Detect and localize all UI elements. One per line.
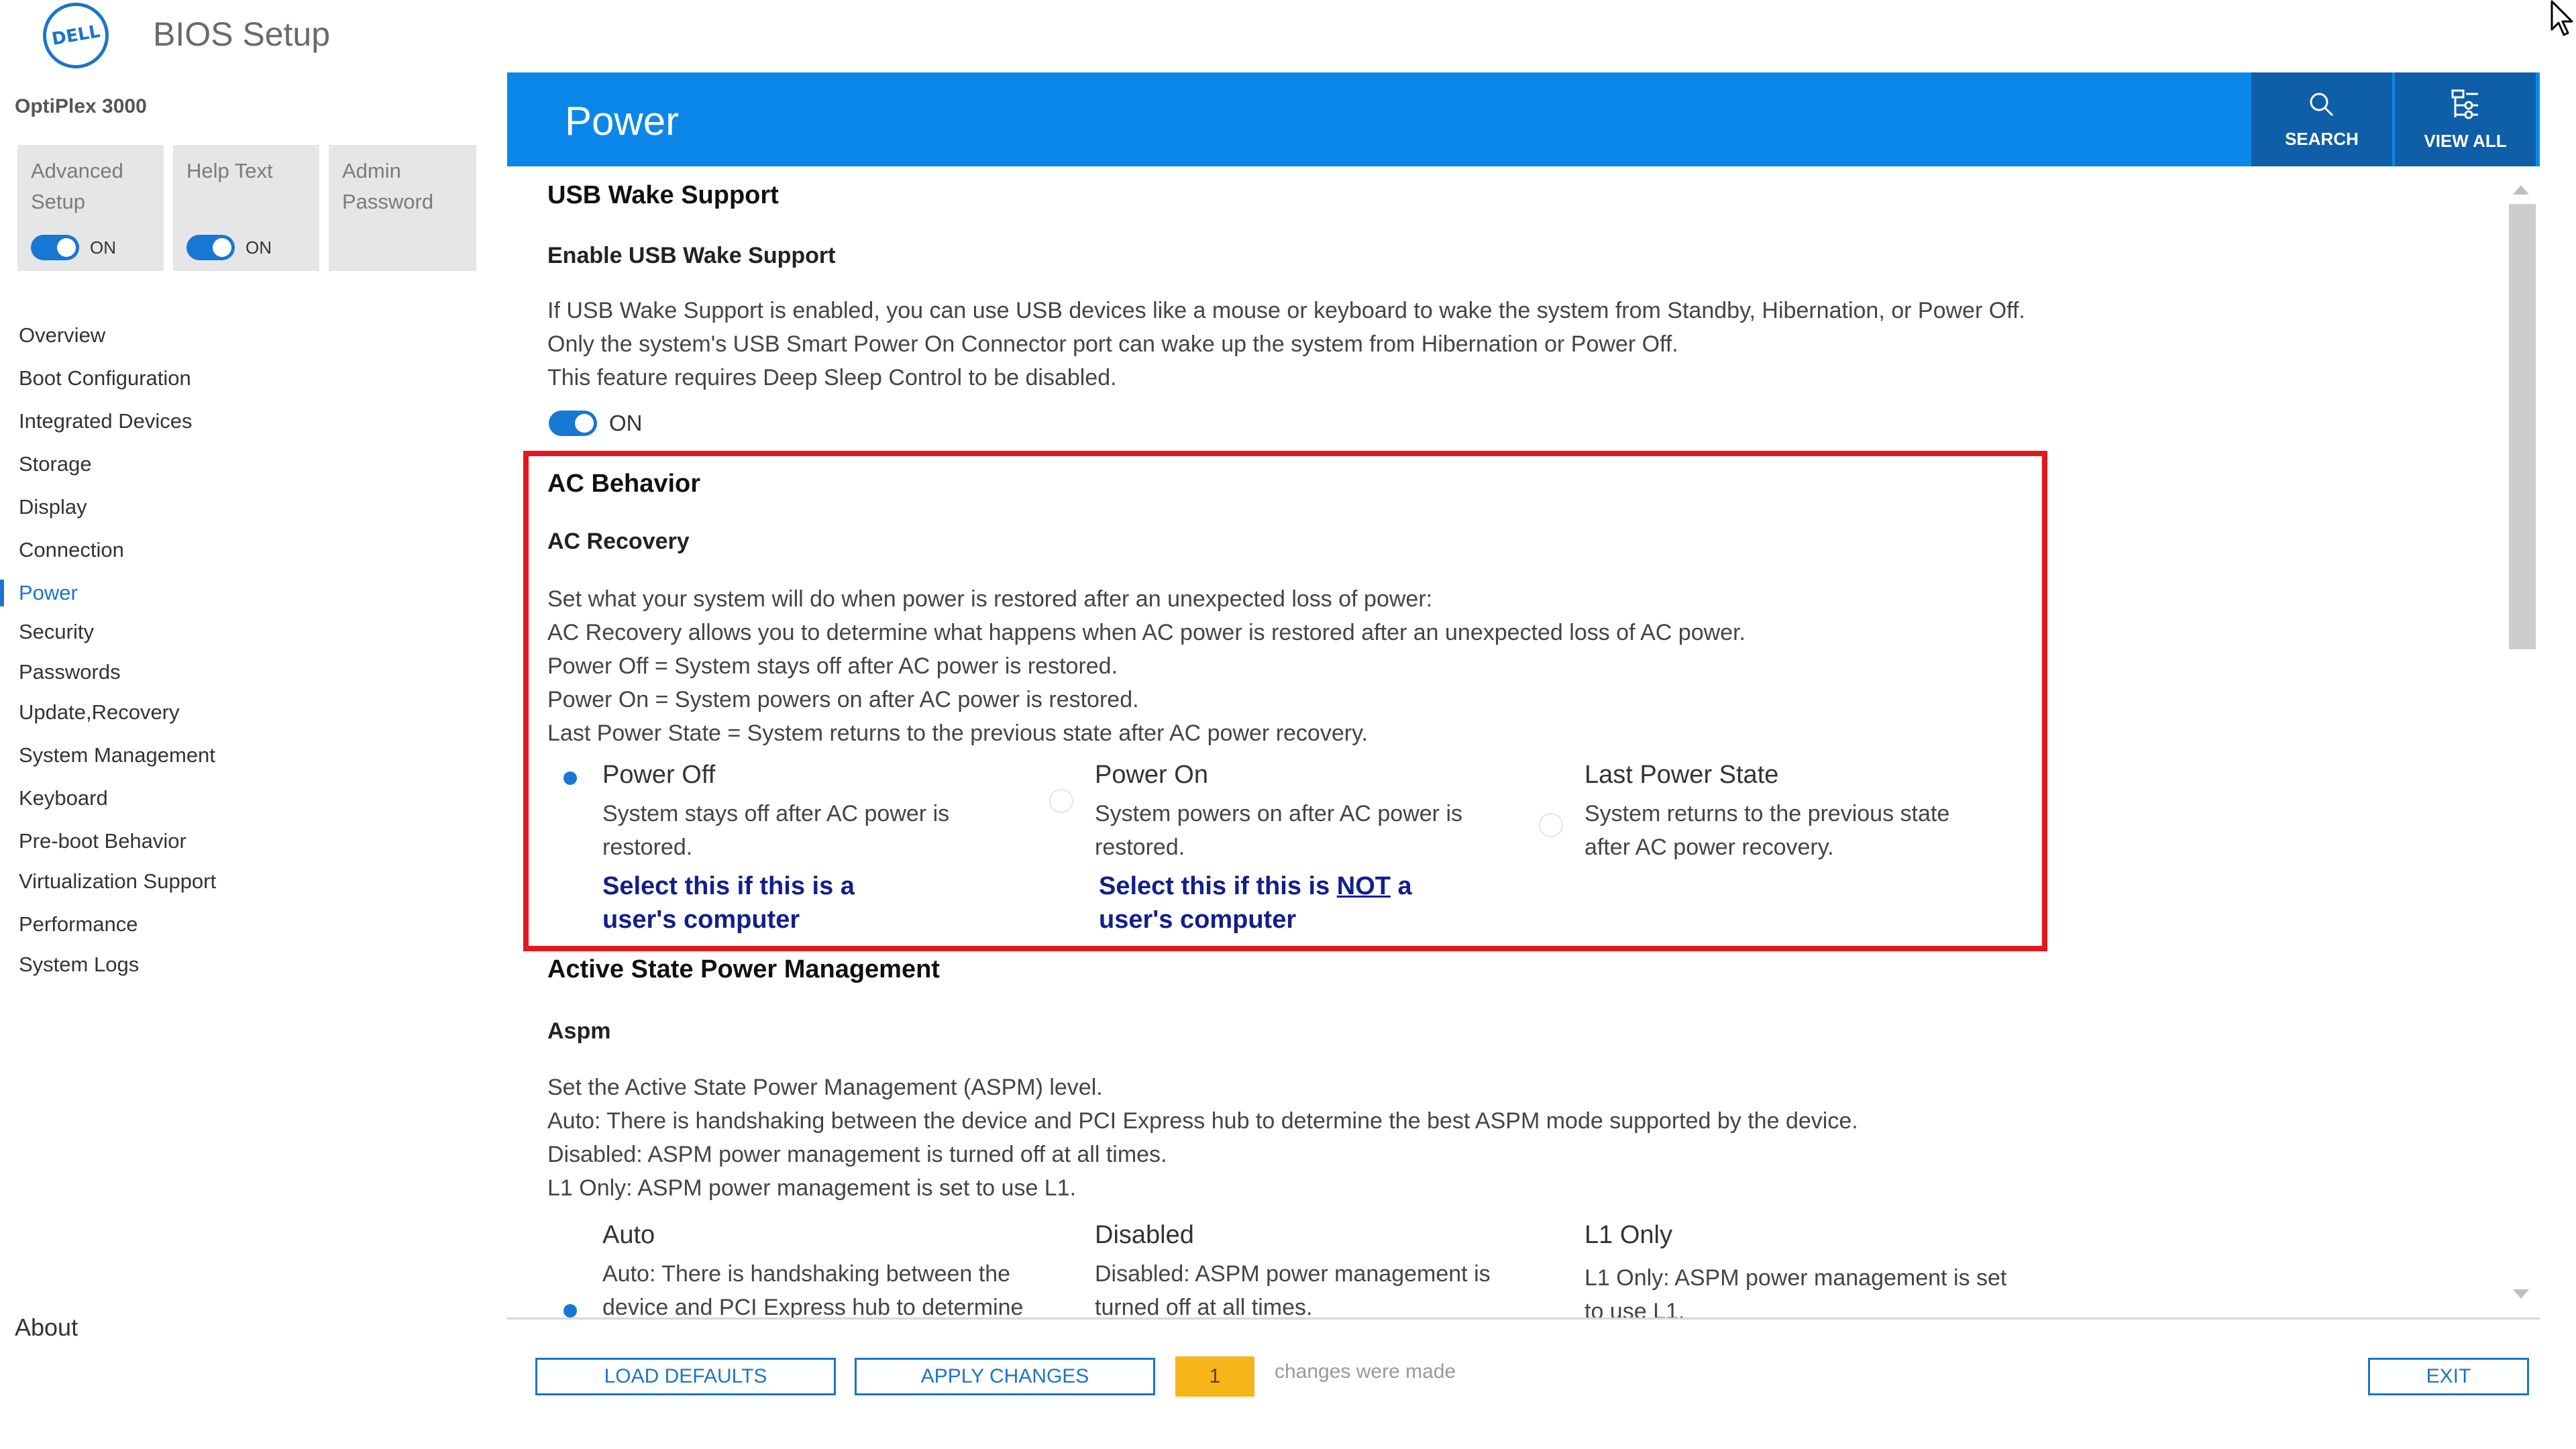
sidebar-item-keyboard[interactable]: Keyboard	[0, 782, 483, 825]
option-aspm-auto-label[interactable]: Auto	[602, 1221, 655, 1250]
sidebar-item-integrated-devices[interactable]: Integrated Devices	[0, 405, 483, 448]
toggle-switch[interactable]	[549, 411, 597, 436]
tile-advanced-setup[interactable]: Advanced Setup ON	[17, 145, 164, 271]
option-aspm-l1-only-label[interactable]: L1 Only	[1585, 1221, 1672, 1250]
about-link[interactable]: About	[15, 1313, 78, 1342]
toggle-state: ON	[246, 237, 272, 258]
scrollbar-thumb[interactable]	[2509, 204, 2536, 649]
app-title: BIOS Setup	[153, 15, 331, 53]
sidebar-item-boot-configuration[interactable]: Boot Configuration	[0, 362, 483, 405]
sidebar-item-power[interactable]: Power	[0, 577, 483, 616]
view-all-label: VIEW ALL	[2424, 130, 2507, 151]
tile-label: Advanced Setup	[31, 159, 123, 213]
sidebar-item-connection[interactable]: Connection	[0, 534, 483, 577]
view-all-button[interactable]: VIEW ALL	[2395, 72, 2536, 166]
aspm-description: Set the Active State Power Management (A…	[547, 1075, 1858, 1201]
sidebar-item-system-logs[interactable]: System Logs	[0, 949, 483, 991]
exit-button[interactable]: EXIT	[2368, 1358, 2529, 1395]
section-active-state-power-management: Active State Power Management	[547, 955, 940, 983]
usb-wake-toggle[interactable]: ON	[549, 411, 643, 436]
apply-changes-button[interactable]: APPLY CHANGES	[855, 1358, 1155, 1395]
option-aspm-disabled-desc: Disabled: ASPM power management is turned…	[1095, 1261, 1491, 1318]
toggle-switch[interactable]	[31, 235, 79, 260]
dell-logo: DELL	[43, 3, 109, 68]
change-count-badge: 1	[1175, 1356, 1254, 1397]
sidebar-item-overview[interactable]: Overview	[0, 319, 483, 362]
scroll-up-arrow-icon[interactable]	[2513, 185, 2529, 195]
search-label: SEARCH	[2285, 128, 2359, 149]
setting-aspm: Aspm	[547, 1018, 611, 1044]
toggle-state: ON	[90, 237, 116, 258]
search-icon	[2310, 93, 2334, 116]
sidebar-item-security[interactable]: Security	[0, 616, 483, 656]
tile-admin-password[interactable]: Admin Password	[329, 145, 476, 271]
page-title: Power	[565, 99, 680, 144]
sidebar-item-system-management[interactable]: System Management	[0, 739, 483, 782]
option-aspm-disabled-label[interactable]: Disabled	[1095, 1221, 1194, 1250]
footer-divider	[507, 1318, 2540, 1320]
changes-status-text: changes were made	[1275, 1360, 1456, 1383]
tile-label: Help Text	[186, 159, 273, 182]
sidebar-item-pre-boot-behavior[interactable]: Pre-boot Behavior	[0, 825, 483, 865]
filter-tree-icon	[2451, 89, 2478, 119]
usb-description: If USB Wake Support is enabled, you can …	[547, 298, 2025, 390]
tile-label: Admin Password	[342, 159, 434, 213]
scroll-down-arrow-icon[interactable]	[2513, 1289, 2529, 1299]
sidebar-item-performance[interactable]: Performance	[0, 908, 483, 949]
sidebar-item-passwords[interactable]: Passwords	[0, 656, 483, 696]
help-text-toggle[interactable]: ON	[186, 235, 272, 260]
setting-enable-usb-wake: Enable USB Wake Support	[547, 243, 836, 268]
search-button[interactable]: SEARCH	[2251, 72, 2392, 166]
tile-help-text[interactable]: Help Text ON	[173, 145, 319, 271]
sidebar-item-display[interactable]: Display	[0, 491, 483, 534]
toggle-switch[interactable]	[186, 235, 235, 260]
model-name: OptiPlex 3000	[15, 95, 147, 117]
highlight-box-ac-behavior	[523, 451, 2047, 951]
radio-aspm-auto[interactable]	[557, 1297, 581, 1318]
sidebar-item-virtualization-support[interactable]: Virtualization Support	[0, 865, 483, 908]
mouse-cursor-icon	[2551, 0, 2573, 36]
option-aspm-l1-only-desc: L1 Only: ASPM power management is set to …	[1585, 1265, 2007, 1318]
page-header: Power SEARCH VIEW ALL	[507, 72, 2540, 166]
option-aspm-auto-desc: Auto: There is handshaking between the de…	[602, 1261, 1024, 1318]
section-usb-wake-support: USB Wake Support	[547, 181, 779, 209]
sidebar-item-update-recovery[interactable]: Update,Recovery	[0, 696, 483, 739]
sidebar-item-storage[interactable]: Storage	[0, 448, 483, 491]
load-defaults-button[interactable]: LOAD DEFAULTS	[535, 1358, 836, 1395]
sidebar-nav: Overview Boot Configuration Integrated D…	[0, 319, 483, 991]
toggle-state: ON	[609, 411, 643, 435]
advanced-setup-toggle[interactable]: ON	[31, 235, 116, 260]
